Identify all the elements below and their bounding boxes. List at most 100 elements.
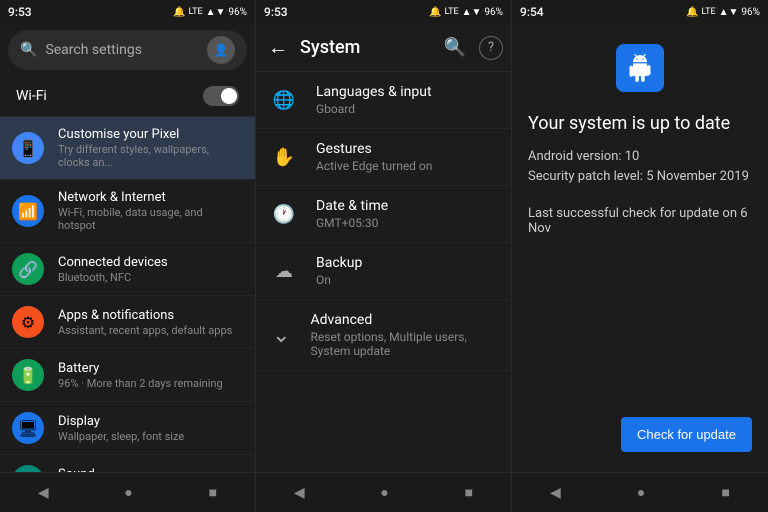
settings-item-battery[interactable]: 🔋 Battery 96% · More than 2 days remaini… — [0, 349, 255, 402]
status-bar-1: 9:53 🔔 LTE ▲▼ 96% — [0, 0, 255, 24]
system-list: 🌐 Languages & input Gboard ✋ Gestures Ac… — [256, 72, 511, 472]
battery-text: Battery 96% · More than 2 days remaining — [58, 361, 223, 390]
display-title: Display — [58, 414, 184, 429]
back-btn-1[interactable]: ◀ — [26, 481, 61, 505]
panel-update: 9:54 🔔 LTE ▲▼ 96% Your system is up to d… — [512, 0, 768, 512]
lte-icon-3: LTE — [702, 7, 716, 17]
nav-bar-1: ◀ ● ■ — [0, 472, 255, 512]
search-placeholder: Search settings — [45, 42, 199, 58]
network-title: Network & Internet — [58, 190, 243, 205]
network-subtitle: Wi-Fi, mobile, data usage, and hotspot — [58, 206, 243, 232]
advanced-title: Advanced — [311, 312, 495, 328]
apps-icon: ⚙ — [12, 306, 44, 338]
settings-item-customise[interactable]: 📱 Customise your Pixel Try different sty… — [0, 117, 255, 180]
search-icon-2[interactable]: 🔍 — [439, 32, 471, 64]
display-text: Display Wallpaper, sleep, font size — [58, 414, 184, 443]
datetime-sub: GMT+05:30 — [316, 216, 388, 230]
apps-subtitle: Assistant, recent apps, default apps — [58, 324, 232, 337]
status-icons-1: 🔔 LTE ▲▼ 96% — [173, 7, 247, 18]
customise-text: Customise your Pixel Try different style… — [58, 127, 243, 169]
customise-subtitle: Try different styles, wallpapers, clocks… — [58, 143, 243, 169]
alarm-icon: 🔔 — [173, 7, 185, 18]
wifi-label: Wi-Fi — [16, 88, 47, 104]
home-btn-3[interactable]: ● — [625, 480, 657, 505]
battery-percent-1: 96% — [228, 7, 247, 18]
advanced-icon: ⌄ — [272, 323, 291, 348]
signal-icon-3: ▲▼ — [719, 7, 739, 18]
alarm-icon-3: 🔔 — [686, 7, 698, 18]
datetime-text: Date & time GMT+05:30 — [316, 198, 388, 230]
back-btn-3[interactable]: ◀ — [538, 481, 573, 505]
update-android-version: Android version: 10 Security patch level… — [528, 147, 752, 186]
nav-bar-2: ◀ ● ■ — [256, 472, 511, 512]
system-header: ← System 🔍 ? — [256, 24, 511, 72]
connected-text: Connected devices Bluetooth, NFC — [58, 255, 168, 284]
backup-sub: On — [316, 273, 362, 287]
system-item-advanced[interactable]: ⌄ Advanced Reset options, Multiple users… — [256, 300, 511, 371]
backup-text: Backup On — [316, 255, 362, 287]
gestures-sub: Active Edge turned on — [316, 159, 432, 173]
signal-icon-2: ▲▼ — [462, 7, 482, 18]
system-item-languages[interactable]: 🌐 Languages & input Gboard — [256, 72, 511, 129]
gestures-icon: ✋ — [272, 147, 296, 168]
toggle-knob — [221, 88, 237, 104]
status-bar-2: 9:53 🔔 LTE ▲▼ 96% — [256, 0, 511, 24]
search-icon: 🔍 — [20, 42, 37, 58]
network-icon: 📶 — [12, 195, 44, 227]
search-bar[interactable]: 🔍 Search settings 👤 — [8, 30, 247, 70]
time-1: 9:53 — [8, 5, 32, 19]
system-item-gestures[interactable]: ✋ Gestures Active Edge turned on — [256, 129, 511, 186]
back-btn-2[interactable]: ◀ — [282, 481, 317, 505]
nav-bar-3: ◀ ● ■ — [512, 472, 768, 512]
advanced-sub: Reset options, Multiple users, System up… — [311, 330, 495, 358]
connected-icon: 🔗 — [12, 253, 44, 285]
backup-icon: ☁ — [272, 261, 296, 282]
panel-system: 9:53 🔔 LTE ▲▼ 96% ← System 🔍 ? 🌐 Languag… — [256, 0, 512, 512]
backup-title: Backup — [316, 255, 362, 271]
languages-title: Languages & input — [316, 84, 432, 100]
customise-icon: 📱 — [12, 132, 44, 164]
wifi-row[interactable]: Wi-Fi — [0, 76, 255, 117]
home-btn-2[interactable]: ● — [368, 480, 400, 505]
time-2: 9:53 — [264, 5, 288, 19]
languages-icon: 🌐 — [272, 90, 296, 111]
settings-item-sound[interactable]: 🔊 Sound Volume, vibration, Do Not Distur… — [0, 455, 255, 472]
recent-btn-3[interactable]: ■ — [709, 480, 741, 505]
recent-btn-2[interactable]: ■ — [453, 480, 485, 505]
datetime-icon: 🕐 — [272, 204, 296, 225]
apps-text: Apps & notifications Assistant, recent a… — [58, 308, 232, 337]
help-icon[interactable]: ? — [479, 36, 503, 60]
apps-title: Apps & notifications — [58, 308, 232, 323]
home-btn-1[interactable]: ● — [112, 480, 144, 505]
battery-icon: 🔋 — [12, 359, 44, 391]
check-update-button[interactable]: Check for update — [621, 417, 752, 452]
panel-settings-home: 9:53 🔔 LTE ▲▼ 96% 🔍 Search settings 👤 Wi… — [0, 0, 256, 512]
system-item-datetime[interactable]: 🕐 Date & time GMT+05:30 — [256, 186, 511, 243]
system-title: System — [300, 37, 431, 58]
battery-percent-3: 96% — [741, 7, 760, 18]
display-subtitle: Wallpaper, sleep, font size — [58, 430, 184, 443]
system-item-backup[interactable]: ☁ Backup On — [256, 243, 511, 300]
update-title: Your system is up to date — [528, 112, 752, 135]
update-content: Your system is up to date Android versio… — [512, 24, 768, 472]
user-avatar[interactable]: 👤 — [207, 36, 235, 64]
languages-text: Languages & input Gboard — [316, 84, 432, 116]
sound-icon: 🔊 — [12, 465, 44, 472]
settings-item-network[interactable]: 📶 Network & Internet Wi-Fi, mobile, data… — [0, 180, 255, 243]
settings-item-apps[interactable]: ⚙ Apps & notifications Assistant, recent… — [0, 296, 255, 349]
network-text: Network & Internet Wi-Fi, mobile, data u… — [58, 190, 243, 232]
settings-item-display[interactable]: 🖥 Display Wallpaper, sleep, font size — [0, 402, 255, 455]
connected-title: Connected devices — [58, 255, 168, 270]
settings-list: 📱 Customise your Pixel Try different sty… — [0, 117, 255, 472]
wifi-toggle[interactable] — [203, 86, 239, 106]
settings-item-connected[interactable]: 🔗 Connected devices Bluetooth, NFC — [0, 243, 255, 296]
signal-icon: ▲▼ — [206, 7, 226, 18]
back-icon[interactable]: ← — [264, 31, 292, 64]
battery-title: Battery — [58, 361, 223, 376]
display-icon: 🖥 — [12, 412, 44, 444]
lte-icon: LTE — [189, 7, 203, 17]
recent-btn-1[interactable]: ■ — [197, 480, 229, 505]
alarm-icon-2: 🔔 — [429, 7, 441, 18]
status-icons-2: 🔔 LTE ▲▼ 96% — [429, 7, 503, 18]
lte-icon-2: LTE — [445, 7, 459, 17]
